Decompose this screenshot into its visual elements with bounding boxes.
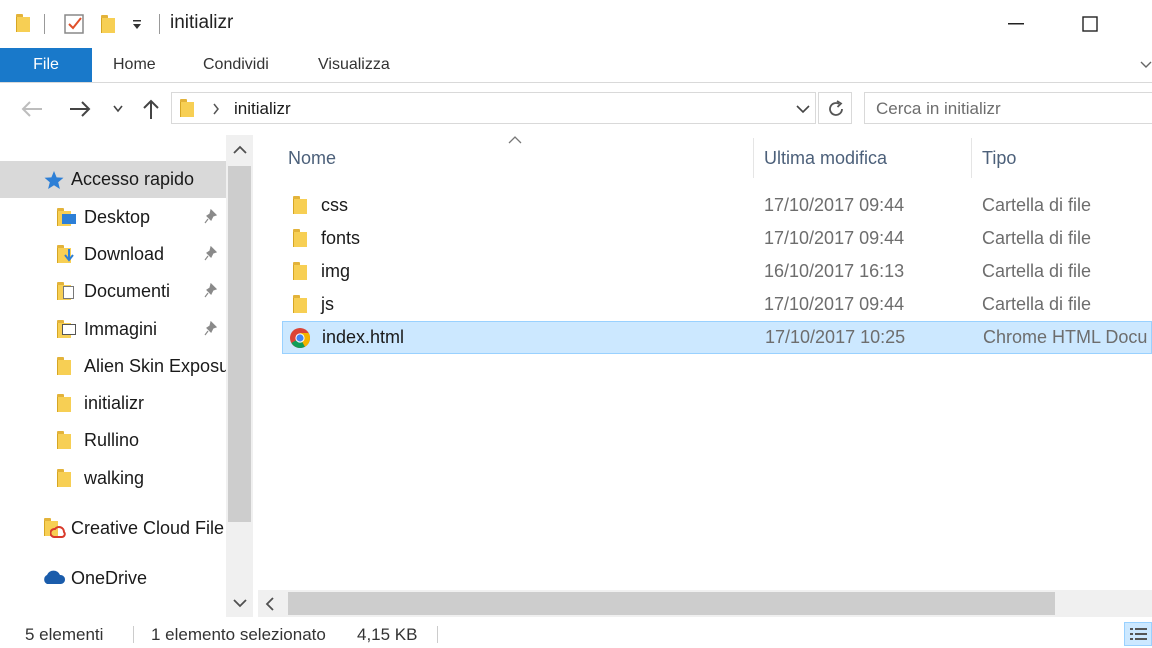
folder-icon	[57, 357, 71, 375]
sidebar-item-creative-cloud[interactable]: Creative Cloud File	[71, 510, 226, 546]
folder-icon	[57, 469, 71, 487]
nav-quick-access: Accesso rapido	[71, 169, 195, 189]
nav-scrollbar-thumb[interactable]	[228, 166, 251, 522]
file-modified: 17/10/2017 09:44	[764, 195, 905, 215]
table-row[interactable]: fonts 17/10/2017 09:44 Cartella di file	[282, 222, 1152, 255]
table-row[interactable]: js 17/10/2017 09:44 Cartella di file	[282, 288, 1152, 321]
breadcrumb[interactable]: initializr	[234, 99, 291, 119]
table-row[interactable]: css 17/10/2017 09:44 Cartella di file	[282, 189, 1152, 222]
selection-size: 4,15 KB	[357, 625, 418, 644]
ribbon-tabs: File Home Condividi Visualizza	[0, 48, 1152, 83]
file-type: Cartella di file	[982, 261, 1092, 281]
table-row[interactable]: img 16/10/2017 16:13 Cartella di file	[282, 255, 1152, 288]
folder-icon	[293, 262, 307, 280]
pin-icon[interactable]	[204, 321, 218, 337]
desktop-badge	[62, 214, 76, 224]
sidebar-item-pictures[interactable]: Immagini	[84, 311, 157, 347]
selection-count: 1 elemento selezionato	[151, 625, 326, 644]
divider	[44, 14, 45, 34]
sidebar-item-walking[interactable]: walking	[84, 460, 144, 496]
sidebar-item-rullino[interactable]: Rullino	[84, 422, 139, 458]
file-modified: 17/10/2017 09:44	[764, 228, 905, 248]
minimize-icon[interactable]	[1008, 22, 1026, 26]
sidebar-item-desktop[interactable]: Desktop	[84, 199, 150, 235]
maximize-icon[interactable]	[1082, 16, 1099, 33]
window-title: initializr	[170, 12, 234, 33]
pin-icon[interactable]	[204, 209, 218, 225]
scroll-left-icon[interactable]	[264, 596, 276, 612]
expand-ribbon-icon[interactable]	[1140, 60, 1152, 70]
forward-arrow-icon[interactable]	[68, 100, 92, 118]
divider	[159, 14, 160, 34]
divider	[437, 626, 438, 643]
column-header-name[interactable]: Nome	[288, 148, 336, 169]
tab-share[interactable]: Condividi	[203, 48, 269, 82]
sidebar-item-download[interactable]: Download	[84, 236, 164, 272]
properties-icon[interactable]	[63, 12, 87, 36]
tab-view[interactable]: Visualizza	[318, 48, 390, 82]
sidebar-item-initializr[interactable]: initializr	[84, 385, 144, 421]
download-arrow-icon	[64, 249, 74, 262]
address-history-icon[interactable]	[796, 104, 810, 114]
address-bar[interactable]: initializr	[171, 92, 816, 124]
file-type: Cartella di file	[982, 195, 1092, 215]
star-icon	[44, 171, 64, 189]
file-name: js	[321, 294, 334, 314]
new-folder-icon[interactable]	[101, 15, 115, 33]
folder-icon	[57, 431, 71, 449]
file-name: img	[321, 261, 351, 281]
column-header-modified[interactable]: Ultima modifica	[764, 148, 887, 169]
details-view-button[interactable]	[1124, 622, 1152, 646]
tab-home[interactable]: Home	[113, 48, 156, 82]
sidebar-item-documents[interactable]: Documenti	[84, 273, 170, 309]
folder-icon	[16, 14, 30, 32]
folder-icon	[57, 394, 71, 412]
pin-icon[interactable]	[204, 283, 218, 299]
file-name: css	[321, 195, 348, 215]
status-bar: 5 elementi 1 elemento selezionato 4,15 K…	[0, 617, 1152, 648]
scroll-down-icon[interactable]	[232, 597, 248, 609]
table-row-selected[interactable]: index.html 17/10/2017 10:25 Chrome HTML …	[282, 321, 1152, 354]
creative-cloud-icon	[50, 526, 66, 538]
pin-icon[interactable]	[204, 246, 218, 262]
title-bar: initializr	[0, 0, 1152, 48]
chrome-icon	[290, 328, 311, 349]
file-modified: 17/10/2017 10:25	[765, 327, 906, 347]
customize-quick-access-icon[interactable]	[130, 18, 144, 32]
sidebar-item-alien-skin[interactable]: Alien Skin Exposu	[84, 348, 226, 384]
file-modified: 16/10/2017 16:13	[764, 261, 905, 281]
folder-icon	[293, 229, 307, 247]
scroll-up-icon[interactable]	[232, 144, 248, 156]
details-view-icon	[1130, 628, 1147, 640]
back-arrow-icon[interactable]	[20, 100, 44, 118]
folder-icon	[293, 295, 307, 313]
picture-frame-icon	[62, 324, 76, 335]
up-arrow-icon[interactable]	[141, 98, 161, 120]
tab-file[interactable]: File	[0, 48, 92, 82]
chevron-right-icon[interactable]	[212, 103, 220, 115]
item-count: 5 elementi	[25, 625, 104, 644]
refresh-icon	[829, 100, 843, 116]
document-page-icon	[63, 286, 74, 299]
horizontal-scrollbar-thumb[interactable]	[288, 592, 1055, 615]
column-divider[interactable]	[971, 138, 972, 178]
file-name: index.html	[322, 327, 405, 347]
file-type: Cartella di file	[982, 228, 1092, 248]
folder-icon	[293, 196, 307, 214]
folder-icon	[180, 99, 194, 117]
sort-ascending-icon	[508, 136, 522, 144]
file-type: Chrome HTML Docu	[983, 327, 1148, 347]
search-placeholder: Cerca in initializr	[876, 99, 1001, 118]
column-header-type[interactable]: Tipo	[982, 148, 1016, 169]
onedrive-icon	[44, 570, 66, 584]
column-divider[interactable]	[753, 138, 754, 178]
sidebar-item-onedrive[interactable]: OneDrive	[71, 560, 147, 596]
file-modified: 17/10/2017 09:44	[764, 294, 905, 314]
file-type: Cartella di file	[982, 294, 1092, 314]
refresh-button[interactable]	[818, 92, 852, 124]
recent-locations-icon[interactable]	[112, 104, 124, 114]
divider	[133, 626, 134, 643]
file-name: fonts	[321, 228, 361, 248]
